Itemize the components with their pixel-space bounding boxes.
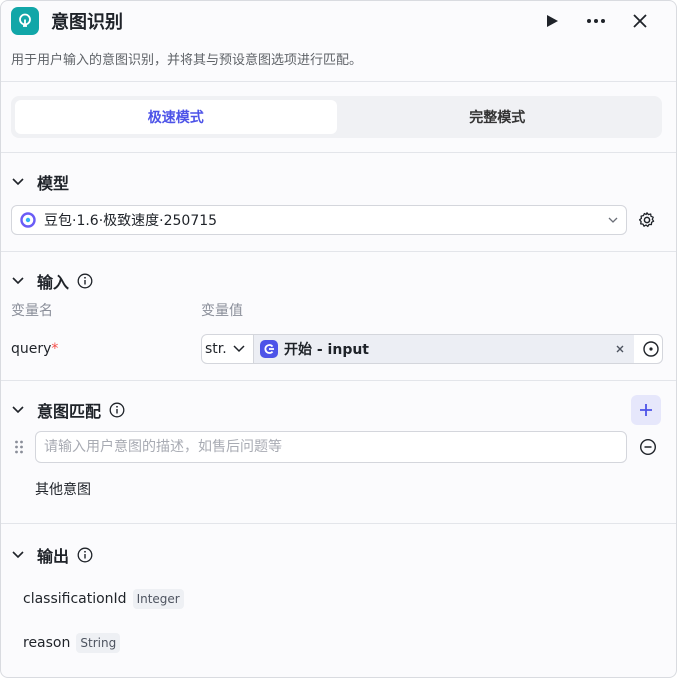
model-settings-button[interactable]: [637, 210, 657, 230]
run-button[interactable]: [540, 9, 564, 33]
type-select-value: str.: [205, 341, 227, 357]
intent-section-title: 意图匹配: [37, 402, 102, 421]
intent-recognition-panel: 意图识别 用于用户输入的意图识别，并将其与预设意图选项进行匹配。 极速模式 完整…: [0, 0, 677, 678]
output-field-name: classificationId: [23, 591, 127, 607]
output-section-title: 输出: [37, 547, 70, 566]
tab-full-mode[interactable]: 完整模式: [337, 100, 659, 134]
variable-reference[interactable]: 开始 - input: [254, 335, 634, 363]
var-value-field: str. 开始 - input: [201, 334, 663, 364]
model-section-title: 模型: [37, 174, 70, 193]
drag-handle-icon[interactable]: [11, 439, 27, 455]
input-section: 输入 变量名 变量值 query* str. 开始 - input: [1, 252, 676, 380]
model-select[interactable]: 豆包·1.6·极致速度·250715: [11, 205, 627, 235]
model-section: 模型 豆包·1.6·极致速度·250715: [1, 153, 676, 251]
info-icon[interactable]: [77, 273, 93, 289]
close-button[interactable]: [628, 9, 652, 33]
var-value-header: 变量值: [201, 303, 243, 319]
close-icon: [633, 14, 647, 28]
var-name: query*: [11, 341, 201, 357]
clear-reference-button[interactable]: [614, 343, 626, 355]
chevron-down-icon: [608, 217, 618, 223]
tab-fast-mode[interactable]: 极速模式: [15, 100, 337, 134]
variable-picker-button[interactable]: [640, 338, 662, 360]
chevron-down-icon[interactable]: [11, 548, 25, 562]
output-type-badge: Integer: [132, 589, 184, 609]
info-icon[interactable]: [77, 547, 93, 563]
model-selected-value: 豆包·1.6·极致速度·250715: [44, 213, 218, 229]
target-icon: [643, 341, 659, 357]
output-section: 输出 classificationId Integer reason Strin…: [1, 524, 676, 653]
var-name-label: query: [11, 341, 52, 357]
start-node-icon: [260, 340, 278, 358]
close-icon: [616, 345, 624, 353]
chevron-down-icon[interactable]: [11, 274, 25, 288]
output-field-row: classificationId Integer: [1, 589, 676, 609]
variable-reference-label: 开始 - input: [284, 342, 370, 358]
panel-header: 意图识别: [1, 1, 676, 41]
output-type-badge: String: [76, 633, 121, 653]
chevron-down-icon[interactable]: [11, 403, 25, 417]
output-field-row: reason String: [1, 633, 676, 653]
required-mark: *: [51, 341, 59, 357]
input-section-title: 输入: [37, 273, 70, 292]
play-icon: [547, 15, 558, 27]
mode-switch: 极速模式 完整模式: [11, 96, 662, 138]
gear-icon: [638, 212, 655, 228]
chevron-down-icon: [233, 345, 245, 353]
add-intent-button[interactable]: [631, 395, 661, 425]
other-intent-label: 其他意图: [35, 482, 91, 498]
remove-intent-button[interactable]: [639, 438, 657, 456]
chevron-down-icon[interactable]: [11, 175, 25, 189]
doubao-logo-icon: [20, 212, 36, 228]
more-icon: [587, 19, 605, 23]
plus-icon: [640, 404, 652, 416]
intent-description-input[interactable]: [35, 431, 627, 463]
panel-description: 用于用户输入的意图识别，并将其与预设意图选项进行匹配。: [11, 53, 363, 68]
intent-section: 意图匹配 其他意图: [1, 381, 676, 523]
output-field-name: reason: [23, 635, 71, 651]
more-button[interactable]: [584, 9, 608, 33]
info-icon[interactable]: [109, 402, 125, 418]
var-name-header: 变量名: [11, 303, 53, 319]
minus-circle-icon: [639, 438, 657, 456]
type-select[interactable]: str.: [202, 335, 254, 363]
lightbulb-icon: [11, 7, 39, 35]
panel-title: 意图识别: [51, 12, 123, 33]
